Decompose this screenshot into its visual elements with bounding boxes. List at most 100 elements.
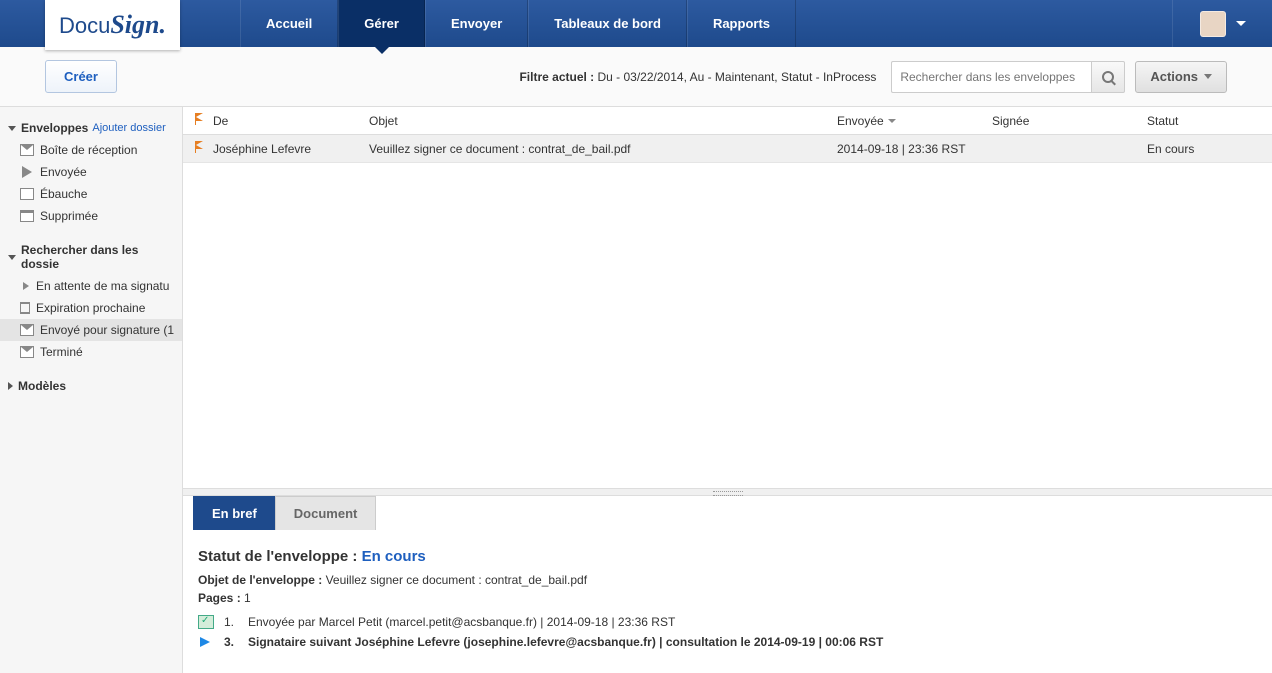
sidebar-item-completed[interactable]: Terminé <box>0 341 182 363</box>
sidebar-item-label: Envoyé pour signature (1 <box>40 323 174 337</box>
history-num: 1. <box>224 615 238 629</box>
search-button[interactable] <box>1091 61 1125 93</box>
logo-sign: Sign. <box>110 10 166 39</box>
logo-docu: Docu <box>59 13 110 38</box>
arrow-right-icon <box>20 282 30 290</box>
logo[interactable]: DocuSign. <box>45 0 180 50</box>
col-object[interactable]: Objet <box>369 114 837 128</box>
history-row: 1. Envoyée par Marcel Petit (marcel.peti… <box>198 615 1257 629</box>
sent-icon <box>20 166 34 178</box>
history-row: 3. Signataire suivant Joséphine Lefevre … <box>198 635 1257 649</box>
envelope-pages: Pages : 1 <box>198 591 1257 605</box>
col-flag[interactable] <box>183 113 213 128</box>
sidebar-item-expiring[interactable]: Expiration prochaine <box>0 297 182 319</box>
search-input[interactable] <box>891 61 1091 93</box>
chevron-right-icon <box>8 382 13 390</box>
chevron-down-icon <box>8 126 16 131</box>
sidebar-item-label: Supprimée <box>40 209 98 223</box>
caret-down-icon <box>1204 74 1212 79</box>
table-header: De Objet Envoyée Signée Statut <box>183 107 1272 135</box>
search-icon <box>1102 71 1114 83</box>
mail-check-icon <box>20 346 34 358</box>
status-label: Statut de l'enveloppe : <box>198 548 357 565</box>
table-empty-area <box>183 163 1272 488</box>
mail-icon <box>20 144 34 156</box>
flag-icon[interactable] <box>195 141 205 153</box>
add-folder-link[interactable]: Ajouter dossier <box>92 122 165 134</box>
col-status[interactable]: Statut <box>1147 114 1272 128</box>
tab-brief[interactable]: En bref <box>193 496 276 530</box>
nav-tableaux[interactable]: Tableaux de bord <box>528 0 687 47</box>
sidebar-envelopes-header[interactable]: Enveloppes Ajouter dossier <box>0 117 182 139</box>
sidebar-item-draft[interactable]: Ébauche <box>0 183 182 205</box>
mail-icon <box>20 324 34 336</box>
sidebar-item-awaiting[interactable]: En attente de ma signatu <box>0 275 182 297</box>
sidebar-envelopes-title: Enveloppes <box>21 121 88 135</box>
top-nav-bar: DocuSign. Accueil Gérer Envoyer Tableaux… <box>0 0 1272 47</box>
sort-desc-icon <box>888 119 896 123</box>
cell-status: En cours <box>1147 142 1272 156</box>
filter-label: Filtre actuel : <box>519 70 594 84</box>
history-list: 1. Envoyée par Marcel Petit (marcel.peti… <box>198 615 1257 649</box>
table-row[interactable]: Joséphine Lefevre Veuillez signer ce doc… <box>183 135 1272 163</box>
history-text: Signataire suivant Joséphine Lefevre (jo… <box>248 635 1257 649</box>
caret-down-icon <box>1236 21 1246 26</box>
filter-value: Du - 03/22/2014, Au - Maintenant, Statut… <box>598 70 877 84</box>
history-text: Envoyée par Marcel Petit (marcel.petit@a… <box>248 615 1257 629</box>
sidebar-item-label: En attente de ma signatu <box>36 279 169 293</box>
main-content: De Objet Envoyée Signée Statut Joséphine… <box>183 107 1272 673</box>
pages-value: 1 <box>244 591 251 605</box>
nav-rapports[interactable]: Rapports <box>687 0 796 47</box>
history-num: 3. <box>224 635 238 649</box>
sidebar-models-title: Modèles <box>18 379 66 393</box>
object-label: Objet de l'enveloppe : <box>198 573 322 587</box>
sidebar-item-inbox[interactable]: Boîte de réception <box>0 139 182 161</box>
flag-icon <box>195 113 205 125</box>
create-button[interactable]: Créer <box>45 60 117 93</box>
envelope-status: Statut de l'enveloppe : En cours <box>198 548 1257 565</box>
cell-from: Joséphine Lefevre <box>213 142 369 156</box>
action-bar: Créer Filtre actuel : Du - 03/22/2014, A… <box>0 47 1272 107</box>
search-wrap <box>891 61 1125 93</box>
detail-tabs: En bref Document <box>183 496 1272 530</box>
user-menu[interactable] <box>1172 0 1272 47</box>
pane-splitter[interactable] <box>183 488 1272 496</box>
main-nav: Accueil Gérer Envoyer Tableaux de bord R… <box>240 0 796 47</box>
nav-gerer[interactable]: Gérer <box>338 0 425 47</box>
sidebar: Enveloppes Ajouter dossier Boîte de réce… <box>0 107 183 673</box>
actions-label: Actions <box>1150 69 1198 84</box>
chevron-down-icon <box>8 255 16 260</box>
tab-document[interactable]: Document <box>275 496 377 530</box>
doc-icon <box>20 188 34 200</box>
sidebar-item-sent[interactable]: Envoyée <box>0 161 182 183</box>
sidebar-models-header[interactable]: Modèles <box>0 375 182 397</box>
arrow-right-icon <box>198 635 214 649</box>
sidebar-item-label: Envoyée <box>40 165 87 179</box>
current-filter: Filtre actuel : Du - 03/22/2014, Au - Ma… <box>519 70 876 84</box>
nav-accueil[interactable]: Accueil <box>240 0 338 47</box>
col-sent[interactable]: Envoyée <box>837 114 992 128</box>
sidebar-search-title: Rechercher dans les dossie <box>21 243 174 271</box>
envelope-object: Objet de l'enveloppe : Veuillez signer c… <box>198 573 1257 587</box>
cell-object: Veuillez signer ce document : contrat_de… <box>369 142 837 156</box>
cell-sent: 2014-09-18 | 23:36 RST <box>837 142 992 156</box>
sidebar-item-label: Ébauche <box>40 187 87 201</box>
status-value[interactable]: En cours <box>362 548 426 565</box>
col-from[interactable]: De <box>213 114 369 128</box>
sidebar-item-label: Expiration prochaine <box>36 301 145 315</box>
detail-body: Statut de l'enveloppe : En cours Objet d… <box>183 530 1272 673</box>
sidebar-item-sent-for-sig[interactable]: Envoyé pour signature (1 <box>0 319 182 341</box>
sent-check-icon <box>198 615 214 629</box>
sidebar-item-label: Terminé <box>40 345 83 359</box>
hourglass-icon <box>20 302 30 314</box>
object-value: Veuillez signer ce document : contrat_de… <box>326 573 588 587</box>
actions-button[interactable]: Actions <box>1135 61 1227 93</box>
col-signed[interactable]: Signée <box>992 114 1147 128</box>
sidebar-item-deleted[interactable]: Supprimée <box>0 205 182 227</box>
trash-icon <box>20 210 34 222</box>
sidebar-item-label: Boîte de réception <box>40 143 137 157</box>
col-sent-label: Envoyée <box>837 114 884 128</box>
sidebar-search-header[interactable]: Rechercher dans les dossie <box>0 239 182 275</box>
nav-envoyer[interactable]: Envoyer <box>425 0 528 47</box>
pages-label: Pages : <box>198 591 241 605</box>
